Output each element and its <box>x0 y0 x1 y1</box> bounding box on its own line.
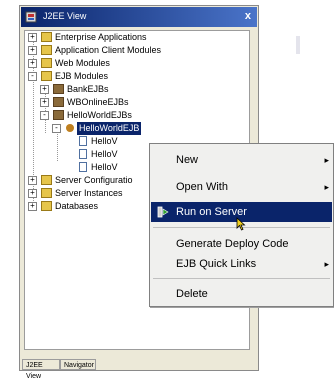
tree-node-enterprise-applications[interactable]: + Enterprise Applications <box>25 31 225 44</box>
menu-item-generate-deploy-code[interactable]: Generate Deploy Code <box>151 234 332 254</box>
folder-icon <box>41 188 52 198</box>
close-button[interactable]: x <box>245 10 251 22</box>
panel-titlebar: J2EE View x <box>21 7 257 27</box>
tree-node-databases[interactable]: + Databases <box>25 200 155 213</box>
menu-item-open-with[interactable]: Open With ▸ <box>151 177 332 197</box>
collapse-toggle[interactable]: - <box>28 72 37 81</box>
submenu-arrow-icon: ▸ <box>324 259 329 269</box>
folder-icon <box>41 175 52 185</box>
mouse-pointer-icon <box>236 217 246 231</box>
tree-node-label: Enterprise Applications <box>55 32 147 42</box>
jar-icon <box>53 84 64 94</box>
background-artifact <box>296 36 300 54</box>
menu-item-delete[interactable]: Delete <box>151 284 332 304</box>
tab-navigator[interactable]: Navigator <box>60 359 96 370</box>
tree-node-helloworldejb[interactable]: - HelloWorldEJB <box>25 122 225 135</box>
tree-node-label: BankEJBs <box>67 84 109 94</box>
tree-node-wbonlineejbs[interactable]: + WBOnlineEJBs <box>25 96 225 109</box>
tree-node-label: HelloV <box>91 162 118 172</box>
expand-toggle[interactable]: + <box>28 202 37 211</box>
tree-node-label: WBOnlineEJBs <box>67 97 129 107</box>
collapse-toggle[interactable]: - <box>40 111 49 120</box>
panel-title: J2EE View <box>43 11 87 21</box>
expand-toggle[interactable]: + <box>28 176 37 185</box>
file-icon <box>79 136 87 146</box>
tree-node-label: Web Modules <box>55 58 110 68</box>
tree-node-label: HelloV <box>91 136 118 146</box>
menu-item-label: Delete <box>176 288 208 300</box>
tree-node-label: Server Configuratio <box>55 175 133 185</box>
expand-toggle[interactable]: + <box>40 98 49 107</box>
tree-node-hello-class[interactable]: HelloV <box>25 161 165 174</box>
menu-item-label: New <box>176 154 199 166</box>
tree-node-server-instances[interactable]: + Server Instances <box>25 187 155 200</box>
menu-item-label: Generate Deploy Code <box>176 238 289 250</box>
expand-toggle[interactable]: + <box>40 85 49 94</box>
tree-node-web-modules[interactable]: + Web Modules <box>25 57 225 70</box>
expand-toggle[interactable]: + <box>28 46 37 55</box>
tree-node-label: Server Instances <box>55 188 123 198</box>
tree-node-label: HelloV <box>91 149 118 159</box>
tree-node-label: Application Client Modules <box>55 45 162 55</box>
enterprise-bean-icon <box>66 124 74 132</box>
menu-item-ejb-quick-links[interactable]: EJB Quick Links ▸ <box>151 254 332 274</box>
tree-node-label: EJB Modules <box>55 71 109 81</box>
menu-item-label: Open With <box>176 181 228 193</box>
file-icon <box>79 162 87 172</box>
menu-separator <box>153 278 330 279</box>
tree-node-helloworldejbs[interactable]: - HelloWorldEJBs <box>25 109 225 122</box>
j2ee-view-icon <box>25 11 37 23</box>
submenu-arrow-icon: ▸ <box>324 182 329 192</box>
folder-icon <box>41 201 52 211</box>
expand-toggle[interactable]: + <box>28 189 37 198</box>
folder-icon <box>41 58 52 68</box>
folder-icon <box>41 71 52 81</box>
folder-icon <box>41 45 52 55</box>
tree-node-label-selected: HelloWorldEJB <box>77 122 142 135</box>
menu-item-new[interactable]: New ▸ <box>151 150 332 170</box>
collapse-toggle[interactable]: - <box>52 124 61 133</box>
tree-node-application-client-modules[interactable]: + Application Client Modules <box>25 44 225 57</box>
jar-icon <box>53 97 64 107</box>
jar-icon <box>53 110 64 120</box>
tree-node-label: HelloWorldEJBs <box>67 110 132 120</box>
tree-node-ejb-modules[interactable]: - EJB Modules <box>25 70 225 83</box>
expand-toggle[interactable]: + <box>28 33 37 42</box>
submenu-arrow-icon: ▸ <box>324 155 329 165</box>
tree-node-bankejbs[interactable]: + BankEJBs <box>25 83 225 96</box>
tab-j2ee-view[interactable]: J2EE View <box>22 359 60 380</box>
menu-item-label: EJB Quick Links <box>176 258 257 270</box>
expand-toggle[interactable]: + <box>28 59 37 68</box>
file-icon <box>79 149 87 159</box>
run-on-server-icon <box>157 206 169 218</box>
tree-node-label: Databases <box>55 201 99 211</box>
tree-node-server-configurations[interactable]: + Server Configuratio <box>25 174 155 187</box>
folder-icon <box>41 32 52 42</box>
tree-node-hello-class[interactable]: HelloV <box>25 148 165 161</box>
tree-node-hello-class[interactable]: HelloV <box>25 135 165 148</box>
